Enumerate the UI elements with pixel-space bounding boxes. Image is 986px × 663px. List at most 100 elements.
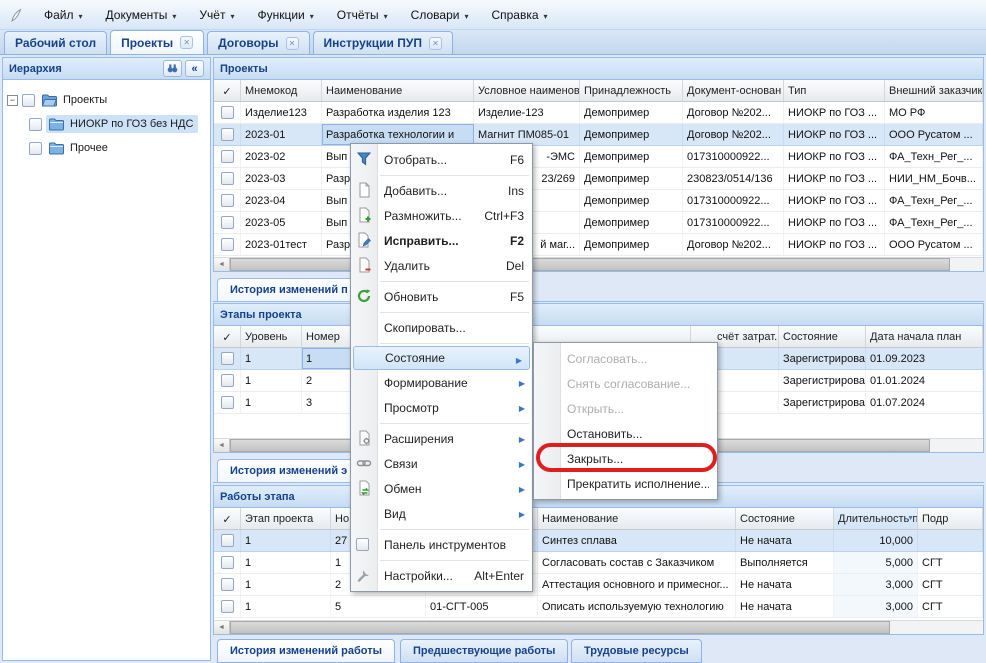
tree-checkbox[interactable]	[29, 118, 42, 131]
col-name[interactable]: Наименование	[322, 80, 474, 101]
submenu-item-terminate[interactable]: Прекратить исполнение...	[534, 471, 717, 496]
state-submenu: Согласовать... Снять согласование... Отк…	[533, 342, 718, 500]
menu-accounting[interactable]: Учёт	[189, 3, 247, 27]
menu-documents[interactable]: Документы	[96, 3, 190, 27]
col-name[interactable]: Наименование	[538, 508, 736, 529]
table-row[interactable]: 2023-01тест Разр й маг... Демопример Дог…	[214, 234, 983, 256]
col-department[interactable]: Подр	[918, 508, 983, 529]
table-row[interactable]: Изделие123 Разработка изделия 123 Издели…	[214, 102, 983, 124]
row-checkbox[interactable]	[214, 190, 241, 211]
select-column-header[interactable]: ✓	[214, 80, 241, 101]
menu-item-view-mode[interactable]: Просмотр	[351, 395, 532, 420]
menu-item-toolbar[interactable]: Панель инструментов	[351, 532, 532, 557]
tab-labor-resources[interactable]: Трудовые ресурсы	[571, 639, 702, 663]
menu-file[interactable]: Файл	[34, 3, 96, 27]
menu-item-edit[interactable]: Исправить...F2	[351, 228, 532, 253]
col-state[interactable]: Состояние	[779, 326, 866, 347]
row-checkbox[interactable]	[214, 574, 241, 595]
row-checkbox[interactable]	[214, 552, 241, 573]
tab-contracts[interactable]: Договоры	[207, 31, 309, 54]
row-checkbox[interactable]	[214, 392, 241, 413]
menu-item-settings[interactable]: Настройки...Alt+Enter	[351, 563, 532, 588]
tree-node-other[interactable]: Прочее	[7, 136, 206, 160]
scrollbar-thumb[interactable]	[230, 258, 950, 271]
row-checkbox[interactable]	[214, 370, 241, 391]
menu-item-exchange[interactable]: Обмен	[351, 476, 532, 501]
menu-functions[interactable]: Функции	[247, 3, 326, 27]
tab-instructions[interactable]: Инструкции ПУП	[313, 31, 453, 54]
menu-item-filter[interactable]: Отобрать...F6	[351, 147, 532, 172]
menu-dictionaries[interactable]: Словари	[401, 3, 482, 27]
row-checkbox[interactable]	[214, 348, 241, 369]
search-binoculars-icon[interactable]	[163, 60, 182, 77]
row-checkbox[interactable]	[214, 596, 241, 617]
menu-item-extensions[interactable]: Расширения	[351, 426, 532, 451]
scrollbar-thumb[interactable]	[230, 621, 890, 634]
row-checkbox[interactable]	[214, 102, 241, 123]
tab-projects[interactable]: Проекты	[110, 30, 204, 54]
horizontal-scrollbar[interactable]	[214, 620, 983, 634]
menu-item-delete[interactable]: УдалитьDel	[351, 253, 532, 278]
table-row[interactable]: 2023-04 Вып Демопример 017310000922... Н…	[214, 190, 983, 212]
col-customer[interactable]: Внешний заказчик	[885, 80, 983, 101]
menu-separator	[380, 175, 529, 176]
col-state[interactable]: Состояние	[736, 508, 834, 529]
menu-item-view[interactable]: Вид	[351, 501, 532, 526]
cell: Выполняется	[736, 552, 834, 573]
cell: МО РФ	[885, 102, 983, 123]
table-row[interactable]: 2023-03 Разр 23/269 Демопример 230823/05…	[214, 168, 983, 190]
table-row-selected[interactable]: 2023-01 Разработка технологии и Магнит П…	[214, 124, 983, 146]
table-row[interactable]: 1 1 Согласовать состав с Заказчиком Выпо…	[214, 552, 983, 574]
tab-preceding-works[interactable]: Предшествующие работы	[400, 639, 568, 663]
tab-history-work[interactable]: История изменений работы	[217, 639, 395, 663]
menu-item-state[interactable]: Состояние	[353, 346, 530, 370]
cell: НИОКР по ГОЗ ...	[784, 124, 885, 145]
close-icon[interactable]	[286, 37, 299, 50]
col-mnemokod[interactable]: Мнемокод	[241, 80, 322, 101]
col-cond-name[interactable]: Условное наименова	[474, 80, 580, 101]
menu-item-refresh[interactable]: ОбновитьF5	[351, 284, 532, 309]
tree-checkbox[interactable]	[22, 94, 35, 107]
col-start-date[interactable]: Дата начала план	[866, 326, 983, 347]
select-column-header[interactable]: ✓	[214, 326, 241, 347]
row-checkbox[interactable]	[214, 124, 241, 145]
tree-expander-icon[interactable]	[7, 95, 18, 106]
tree-node-niokr[interactable]: НИОКР по ГОЗ без НДС	[7, 112, 206, 136]
tree-checkbox[interactable]	[29, 142, 42, 155]
row-checkbox[interactable]	[214, 168, 241, 189]
close-icon[interactable]	[180, 36, 193, 49]
table-row[interactable]: 2023-05 Вып Демопример 017310000922... Н…	[214, 212, 983, 234]
menu-reports[interactable]: Отчёты	[327, 3, 401, 27]
row-checkbox[interactable]	[214, 530, 241, 551]
col-level[interactable]: Уровень	[241, 326, 302, 347]
tab-desktop[interactable]: Рабочий стол	[4, 31, 107, 54]
close-icon[interactable]	[429, 37, 442, 50]
horizontal-scrollbar[interactable]	[214, 257, 983, 271]
menu-item-formation[interactable]: Формирование	[351, 370, 532, 395]
menu-item-add[interactable]: Добавить...Ins	[351, 178, 532, 203]
scroll-left-icon[interactable]	[214, 621, 230, 634]
tree-node-projects[interactable]: Проекты	[7, 88, 206, 112]
menu-item-links[interactable]: Связи	[351, 451, 532, 476]
cell: 2023-02	[241, 146, 322, 167]
collapse-sidebar-icon[interactable]	[185, 60, 204, 77]
table-row-selected[interactable]: 1 27 Синтез сплава Не начата 10,000	[214, 530, 983, 552]
col-type[interactable]: Тип	[784, 80, 885, 101]
scroll-left-icon[interactable]	[214, 439, 230, 452]
row-checkbox[interactable]	[214, 234, 241, 255]
select-column-header[interactable]: ✓	[214, 508, 241, 529]
col-duration-plan[interactable]: Длительность план	[834, 508, 918, 529]
col-project-stage[interactable]: Этап проекта	[241, 508, 331, 529]
row-checkbox[interactable]	[214, 212, 241, 233]
row-checkbox[interactable]	[214, 146, 241, 167]
table-row[interactable]: 2023-02 Вып -ЭМС Демопример 017310000922…	[214, 146, 983, 168]
col-document[interactable]: Документ-основан	[683, 80, 784, 101]
table-row[interactable]: 1 5 01-СГТ-005 Описать используемую техн…	[214, 596, 983, 618]
cell: НИОКР по ГОЗ ...	[784, 190, 885, 211]
col-belonging[interactable]: Принадлежность	[580, 80, 683, 101]
menu-item-duplicate[interactable]: Размножить...Ctrl+F3	[351, 203, 532, 228]
table-row[interactable]: 1 2 Аттестация основного и примесног... …	[214, 574, 983, 596]
menu-item-copy[interactable]: Скопировать...	[351, 315, 532, 340]
menu-help[interactable]: Справка	[481, 3, 560, 27]
scroll-left-icon[interactable]	[214, 258, 230, 271]
